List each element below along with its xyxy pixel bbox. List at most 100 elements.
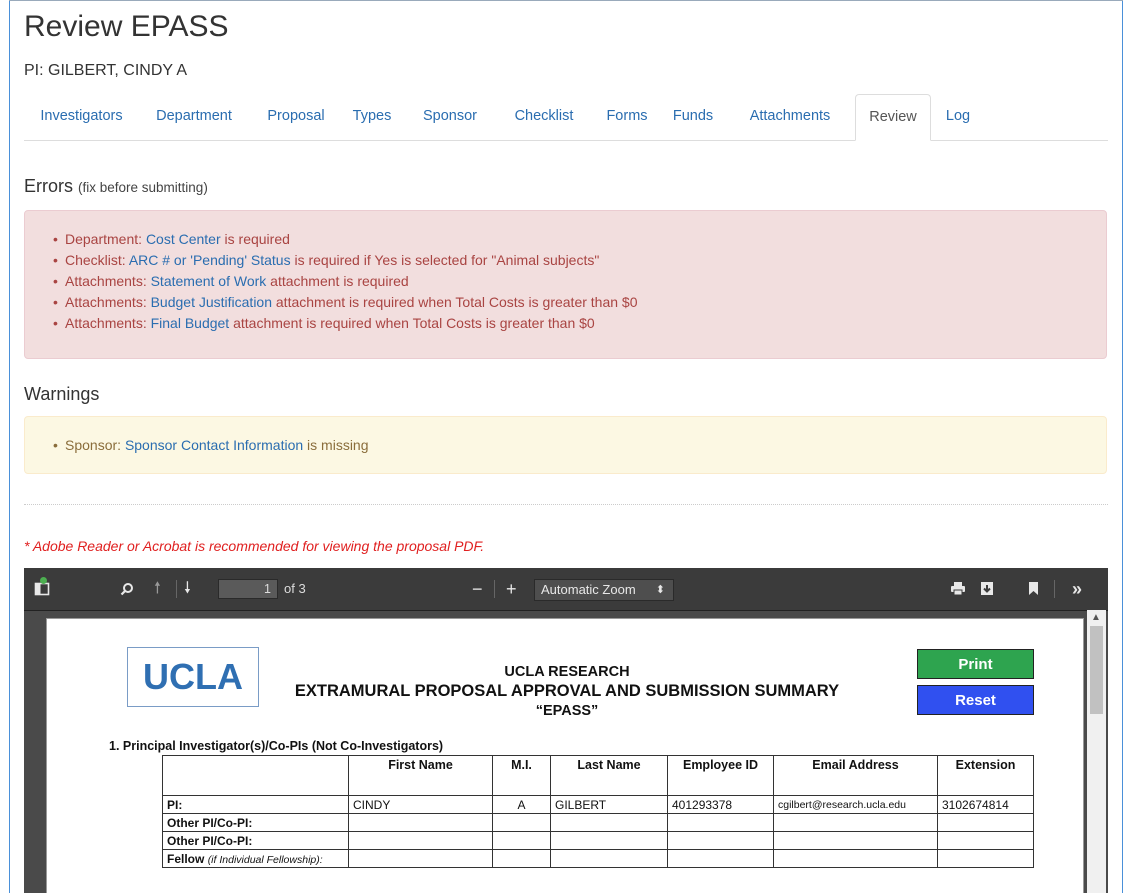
row-label: Other PI/Co-PI: (162, 813, 349, 832)
scroll-thumb[interactable] (1090, 626, 1103, 714)
document-title-line3: “EPASS” (535, 703, 599, 719)
table-cell[interactable]: A (492, 795, 551, 814)
table-header-row: First Name M.I. Last Name Employee ID Em… (162, 755, 1034, 796)
tab-investigators[interactable]: Investigators (24, 94, 139, 139)
scroll-up-icon[interactable]: ▲ (1091, 612, 1101, 623)
page-number-input[interactable]: 1 (218, 579, 278, 599)
tab-bar: Investigators Department Proposal Types … (24, 94, 1108, 141)
table-row: PI: CINDY A GILBERT 401293378 cgilbert@r… (162, 795, 1034, 814)
warnings-heading: Warnings (24, 384, 100, 404)
reset-button[interactable]: Reset (917, 685, 1034, 715)
table-cell[interactable] (773, 849, 938, 868)
table-header: Email Address (773, 755, 938, 796)
table-cell[interactable] (550, 813, 668, 832)
errors-list: • Department: Cost Center is required • Ch… (53, 229, 638, 334)
pdf-viewer: 🠕 🠗 1 of 3 − + Automatic Zoom ⬍ » UCLA U… (24, 568, 1108, 893)
page-count: of 3 (284, 581, 306, 596)
errors-heading-text: Errors (24, 176, 73, 196)
table-row: Fellow (if Individual Fellowship): (162, 849, 1034, 868)
table-cell[interactable] (773, 813, 938, 832)
row-label: PI: (162, 795, 349, 814)
tab-forms[interactable]: Forms (594, 94, 660, 139)
table-cell[interactable] (492, 813, 551, 832)
arrow-down-icon[interactable]: 🠗 (184, 568, 191, 610)
table-cell[interactable] (937, 849, 1034, 868)
table-cell[interactable] (937, 831, 1034, 850)
table-cell[interactable]: 401293378 (667, 795, 774, 814)
table-header: Employee ID (667, 755, 774, 796)
document-title: UCLA RESEARCH EXTRAMURAL PROPOSAL APPROV… (267, 663, 867, 721)
table-header-blank (162, 755, 349, 796)
ucla-logo: UCLA (127, 647, 259, 707)
sidebar-toggle-icon[interactable] (34, 568, 50, 610)
tab-review[interactable]: Review (855, 94, 931, 141)
table-row: Other PI/Co-PI: (162, 813, 1034, 832)
warning-item: • Sponsor: Sponsor Contact Information is… (53, 437, 369, 453)
document-title-line2: EXTRAMURAL PROPOSAL APPROVAL AND SUBMISS… (294, 682, 840, 700)
warnings-alert: • Sponsor: Sponsor Contact Information is… (24, 416, 1107, 474)
table-cell[interactable]: cgilbert@research.ucla.edu (773, 795, 938, 814)
table-cell[interactable] (348, 831, 493, 850)
table-cell[interactable]: CINDY (348, 795, 493, 814)
table-cell[interactable] (667, 849, 774, 868)
table-header: M.I. (492, 755, 551, 796)
bookmark-icon[interactable] (1028, 568, 1039, 610)
arrow-up-icon[interactable]: 🠕 (154, 568, 161, 610)
pi-name: PI: GILBERT, CINDY A (24, 62, 188, 79)
notification-dot (40, 577, 47, 584)
error-item: • Attachments: Statement of Work attachme… (53, 273, 409, 289)
search-icon[interactable] (120, 568, 134, 610)
pdf-viewer-note: * Adobe Reader or Acrobat is recommended… (24, 538, 485, 554)
table-cell[interactable]: GILBERT (550, 795, 668, 814)
section-1-heading: 1. Principal Investigator(s)/Co-PIs (Not… (109, 739, 444, 753)
error-link-arc-status[interactable]: ARC # or 'Pending' Status (129, 252, 291, 268)
error-link-statement-of-work[interactable]: Statement of Work (151, 273, 267, 289)
pdf-scrollbar[interactable]: ▲ (1087, 610, 1106, 893)
plus-icon[interactable]: + (506, 568, 517, 610)
toolbar-separator (494, 580, 495, 598)
tab-sponsor[interactable]: Sponsor (408, 94, 492, 139)
error-link-final-budget[interactable]: Final Budget (151, 315, 230, 331)
error-link-cost-center[interactable]: Cost Center (146, 231, 221, 247)
tab-department[interactable]: Department (144, 94, 244, 139)
error-item: • Attachments: Budget Justification attac… (53, 294, 638, 310)
errors-alert: • Department: Cost Center is required • Ch… (24, 210, 1107, 359)
page-title: Review EPASS (24, 10, 229, 43)
table-cell[interactable]: 3102674814 (937, 795, 1034, 814)
table-cell[interactable] (492, 849, 551, 868)
frame-border-top (9, 0, 1123, 1)
table-cell[interactable] (348, 849, 493, 868)
errors-heading: Errors (fix before submitting) (24, 176, 208, 197)
print-button[interactable]: Print (917, 649, 1034, 679)
download-icon[interactable] (980, 568, 994, 610)
table-row: Other PI/Co-PI: (162, 831, 1034, 850)
pdf-page: UCLA UCLA RESEARCH EXTRAMURAL PROPOSAL A… (46, 618, 1084, 893)
tab-checklist[interactable]: Checklist (500, 94, 588, 139)
print-icon[interactable] (950, 568, 966, 610)
table-cell[interactable] (348, 813, 493, 832)
tab-attachments[interactable]: Attachments (732, 94, 848, 139)
tab-funds[interactable]: Funds (664, 94, 722, 139)
zoom-select[interactable]: Automatic Zoom ⬍ (534, 579, 674, 601)
zoom-value: Automatic Zoom (541, 582, 636, 597)
table-cell[interactable] (550, 849, 668, 868)
table-cell[interactable] (937, 813, 1034, 832)
table-cell[interactable] (667, 813, 774, 832)
warning-link-sponsor-contact[interactable]: Sponsor Contact Information (125, 437, 303, 453)
table-cell[interactable] (773, 831, 938, 850)
select-arrows-icon: ⬍ (655, 584, 665, 596)
table-cell[interactable] (667, 831, 774, 850)
double-chevron-right-icon[interactable]: » (1072, 568, 1082, 610)
tab-types[interactable]: Types (342, 94, 402, 139)
error-item: • Attachments: Final Budget attachment is… (53, 315, 595, 331)
tab-log[interactable]: Log (936, 94, 980, 139)
table-cell[interactable] (550, 831, 668, 850)
error-link-budget-justification[interactable]: Budget Justification (151, 294, 272, 310)
minus-icon[interactable]: − (472, 568, 483, 610)
row-label: Other PI/Co-PI: (162, 831, 349, 850)
toolbar-separator (1054, 580, 1055, 598)
investigators-table: First Name M.I. Last Name Employee ID Em… (162, 755, 1034, 868)
tab-proposal[interactable]: Proposal (256, 94, 336, 139)
table-cell[interactable] (492, 831, 551, 850)
toolbar-separator (176, 580, 177, 598)
